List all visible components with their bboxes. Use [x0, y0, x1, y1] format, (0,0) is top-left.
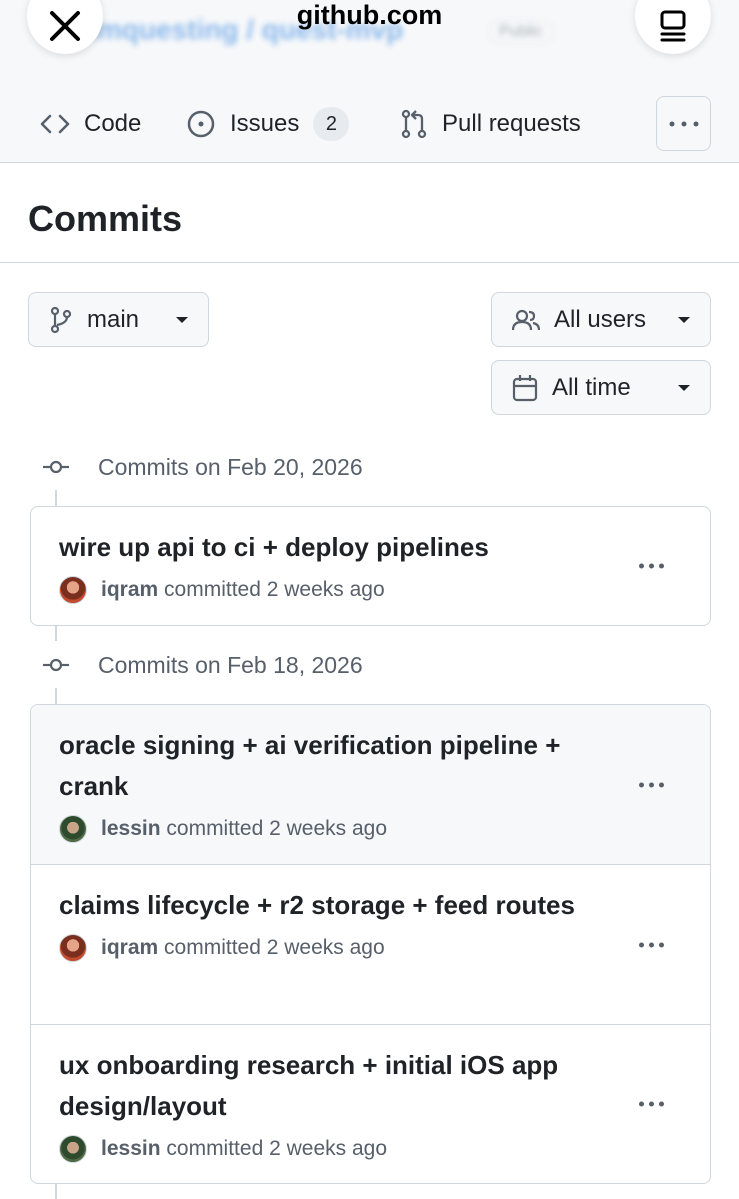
branch-select-button[interactable]: main	[28, 292, 209, 347]
tab-issues-label: Issues	[230, 110, 300, 137]
tab-issues[interactable]: Issues 2	[186, 105, 350, 143]
calendar-icon	[512, 374, 538, 401]
chevron-down-icon	[678, 384, 690, 391]
site-title: github.com	[296, 0, 443, 30]
pull-request-icon	[401, 109, 427, 139]
tab-code-label: Code	[84, 110, 142, 137]
commit-author[interactable]: lessin	[101, 1137, 161, 1160]
commit-group-date: Commits on Feb 18, 2026	[98, 651, 363, 678]
issues-counter: 2	[313, 107, 350, 141]
commit-author[interactable]: lessin	[101, 817, 161, 840]
timeline-line	[55, 625, 57, 641]
top-bar: himquesting / quest-mvp Public github.co…	[0, 0, 739, 163]
commit-message[interactable]: ux onboarding research + initial iOS app…	[59, 1045, 599, 1127]
commit-list: wire up api to ci + deploy pipelines iqr…	[30, 506, 711, 626]
commit-group-date: Commits on Feb 20, 2026	[98, 453, 363, 480]
tab-pull-requests-label: Pull requests	[442, 110, 581, 137]
commit-message[interactable]: wire up api to ci + deploy pipelines	[59, 527, 599, 568]
time-filter-label: All time	[552, 373, 631, 401]
issue-icon	[187, 110, 215, 138]
kebab-horizontal-icon	[669, 121, 698, 126]
commit-action: committed	[164, 578, 261, 601]
avatar[interactable]	[59, 934, 87, 962]
avatar[interactable]	[59, 1135, 87, 1163]
avatar[interactable]	[59, 576, 87, 604]
commit-message[interactable]: claims lifecycle + r2 storage + feed rou…	[59, 885, 599, 926]
commit-meta: lessin committed 2 weeks ago	[59, 815, 682, 843]
time-filter-button[interactable]: All time	[491, 360, 711, 415]
git-commit-icon	[43, 460, 69, 474]
git-branch-icon	[50, 306, 72, 333]
tabs-icon	[660, 10, 686, 42]
commit-action: committed	[164, 936, 261, 959]
commit-message[interactable]: oracle signing + ai verification pipelin…	[59, 725, 599, 807]
tab-code[interactable]: Code	[40, 105, 141, 143]
commit-row[interactable]: wire up api to ci + deploy pipelines iqr…	[31, 507, 710, 625]
header-divider	[0, 262, 739, 263]
commit-list: oracle signing + ai verification pipelin…	[30, 704, 711, 1184]
timeline-line	[55, 1183, 57, 1199]
commit-action: committed	[166, 817, 264, 840]
branch-label: main	[87, 305, 140, 333]
commit-time: 2 weeks ago	[266, 936, 385, 959]
commit-more-button[interactable]	[639, 1101, 664, 1107]
users-filter-label: All users	[554, 305, 647, 333]
commit-row[interactable]: oracle signing + ai verification pipelin…	[31, 705, 710, 865]
commit-more-button[interactable]	[639, 563, 664, 569]
commit-group-header: Commits on Feb 18, 2026	[42, 651, 363, 679]
commit-meta: iqram committed 2 weeks ago	[59, 934, 682, 962]
code-icon	[40, 114, 70, 134]
commit-time: 2 weeks ago	[269, 1137, 388, 1160]
page-title: Commits	[28, 198, 183, 239]
commit-row[interactable]: claims lifecycle + r2 storage + feed rou…	[31, 865, 710, 1025]
commit-row[interactable]: ux onboarding research + initial iOS app…	[31, 1025, 710, 1183]
repo-nav-more-button[interactable]	[656, 96, 711, 151]
commit-meta: lessin committed 2 weeks ago	[59, 1135, 682, 1163]
tab-pull-requests[interactable]: Pull requests	[400, 105, 581, 143]
commit-action: committed	[166, 1137, 264, 1160]
git-commit-icon	[43, 658, 69, 672]
people-icon	[512, 309, 540, 330]
commit-group-header: Commits on Feb 20, 2026	[42, 453, 363, 481]
tabs-button[interactable]	[635, 0, 711, 54]
chevron-down-icon	[678, 316, 690, 323]
commit-meta: iqram committed 2 weeks ago	[59, 576, 682, 604]
commit-author[interactable]: iqram	[101, 578, 158, 601]
chevron-down-icon	[176, 316, 188, 323]
commit-time: 2 weeks ago	[266, 578, 385, 601]
users-filter-button[interactable]: All users	[491, 292, 711, 347]
close-icon	[50, 11, 80, 41]
commit-time: 2 weeks ago	[269, 817, 388, 840]
commit-more-button[interactable]	[639, 942, 664, 947]
commit-more-button[interactable]	[639, 782, 664, 787]
commit-author[interactable]: iqram	[101, 936, 158, 959]
avatar[interactable]	[59, 815, 87, 843]
